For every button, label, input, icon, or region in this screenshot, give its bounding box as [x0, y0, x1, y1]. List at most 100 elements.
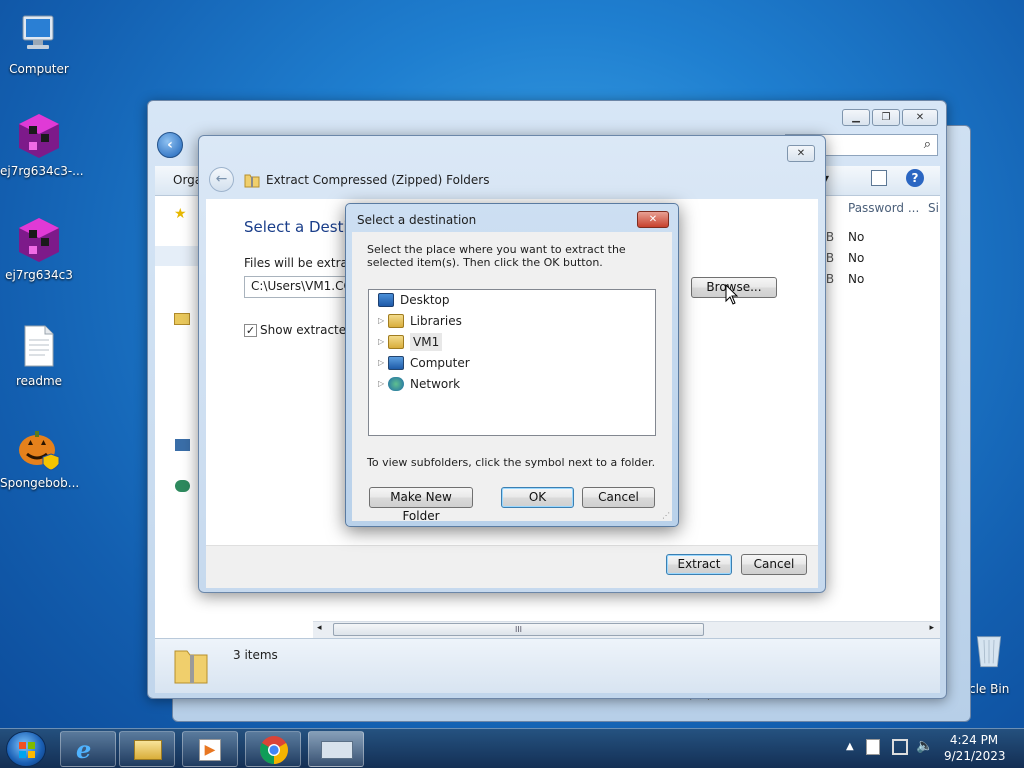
extract-button[interactable]: Extract: [666, 554, 732, 575]
tree-item-vm1[interactable]: ▷ VM1: [378, 333, 443, 351]
tree-item-network[interactable]: ▷ Network: [378, 375, 460, 393]
desktop-icon-readme[interactable]: readme: [0, 322, 78, 388]
tree-item-label: Desktop: [400, 293, 450, 307]
tree-item-desktop[interactable]: Desktop: [378, 291, 450, 309]
taskbar-internet-explorer[interactable]: e: [60, 731, 116, 767]
scroll-thumb[interactable]: III: [333, 623, 704, 636]
column-size[interactable]: Si: [928, 201, 939, 215]
internet-explorer-icon: e: [76, 735, 92, 764]
chrome-icon: [260, 736, 288, 764]
tray-expand-icon[interactable]: ▲: [846, 741, 854, 752]
media-player-icon: ▶: [199, 739, 221, 761]
scroll-left-icon[interactable]: ◂: [317, 623, 322, 633]
start-button[interactable]: [6, 731, 46, 767]
desktop-icon-label: Computer: [9, 62, 69, 76]
tree-item-label: VM1: [410, 333, 443, 351]
maximize-button[interactable]: ❐: [872, 109, 900, 126]
taskbar-chrome[interactable]: [245, 731, 301, 767]
horizontal-scrollbar[interactable]: ◂ III ▸: [313, 621, 940, 638]
search-icon: ⌕: [923, 137, 931, 152]
taskbar-file-explorer[interactable]: [119, 731, 175, 767]
instructions: Select the place where you want to extra…: [367, 243, 626, 269]
close-button[interactable]: ✕: [902, 109, 938, 126]
libraries-icon: [174, 313, 190, 325]
ok-button[interactable]: OK: [501, 487, 574, 508]
wizard-back-button[interactable]: ←: [209, 167, 234, 192]
desktop-icon-label: readme: [15, 374, 63, 388]
desktop-icon: [378, 293, 394, 307]
folder-tree[interactable]: Desktop ▷ Libraries ▷ VM1 ▷ Computer ▷ N…: [368, 289, 656, 436]
zip-folder-icon: [174, 650, 208, 684]
mouse-cursor-icon: [725, 284, 739, 305]
row-password: No: [848, 251, 865, 265]
clock-time[interactable]: 4:24 PM: [944, 733, 1004, 747]
destination-path-value: C:\Users\VM1.CO: [251, 279, 353, 293]
tree-item-label: Network: [410, 377, 461, 391]
expand-arrow-icon[interactable]: ▷: [378, 354, 388, 372]
tree-item-libraries[interactable]: ▷ Libraries: [378, 312, 462, 330]
desktop-icon-computer[interactable]: Computer: [0, 10, 78, 76]
taskbar-osk[interactable]: [308, 731, 364, 767]
column-password[interactable]: Password ...: [848, 201, 919, 215]
computer-icon: [388, 356, 404, 370]
folder-icon: [134, 740, 162, 760]
favorites-star-icon: ★: [174, 206, 187, 222]
desktop-icon-archive[interactable]: ej7rg634c3-...: [0, 112, 84, 178]
back-button[interactable]: ‹: [157, 132, 183, 158]
wizard-cancel-label: Cancel: [753, 557, 795, 571]
tree-item-computer[interactable]: ▷ Computer: [378, 354, 470, 372]
dialog-cancel-button[interactable]: Cancel: [582, 487, 655, 508]
preview-pane-icon[interactable]: [871, 170, 887, 186]
tree-item-label: Libraries: [410, 314, 462, 328]
rar-archive-icon: [19, 114, 59, 158]
row-password: No: [848, 230, 865, 244]
action-center-icon[interactable]: [866, 739, 880, 755]
pumpkin-icon: [19, 431, 60, 471]
explorer-caption-buttons: ▁ ❐ ✕: [842, 109, 938, 126]
ok-label: OK: [528, 490, 547, 504]
taskbar-media-player[interactable]: ▶: [182, 731, 238, 767]
expand-arrow-icon[interactable]: ▷: [378, 312, 388, 330]
desktop-icon-label: ej7rg634c3: [5, 268, 73, 282]
desktop-icon-label: cle Bin: [969, 682, 1010, 696]
tree-item-label: Computer: [410, 356, 470, 370]
close-button[interactable]: ✕: [787, 145, 815, 162]
wizard-heading: Select a Destin: [244, 218, 358, 236]
resize-grip-icon[interactable]: ⋰: [662, 511, 670, 520]
desktop-icon-archive-2[interactable]: ej7rg634c3: [0, 216, 78, 282]
dialog-close-button[interactable]: ✕: [637, 211, 669, 228]
libraries-icon: [388, 314, 404, 328]
expand-arrow-icon[interactable]: ▷: [378, 333, 388, 351]
desktop-icon-spongebob[interactable]: Spongebob...: [0, 424, 79, 490]
zip-folder-icon: [244, 174, 260, 188]
user-folder-icon: [388, 335, 404, 349]
volume-icon[interactable]: 🔈: [916, 738, 933, 754]
keyboard-icon: [321, 741, 353, 759]
expand-arrow-icon[interactable]: ▷: [378, 375, 388, 393]
clock-date[interactable]: 9/21/2023: [944, 749, 1006, 763]
row-password: No: [848, 272, 865, 286]
network-icon: [388, 377, 404, 391]
recycle-bin-icon: [976, 636, 1002, 668]
text-document-icon: [24, 325, 54, 367]
windows-logo-icon: [19, 742, 35, 758]
help-icon[interactable]: ?: [906, 169, 924, 187]
network-nav-icon: [175, 480, 190, 492]
scroll-thumb-grip: III: [514, 625, 523, 634]
network-tray-icon[interactable]: [892, 739, 908, 755]
subfolder-hint: To view subfolders, click the symbol nex…: [367, 456, 656, 469]
dialog-title: Select a destination: [357, 213, 477, 227]
dialog-cancel-label: Cancel: [598, 490, 639, 504]
desktop-icon-label: ej7rg634c3-...: [0, 164, 84, 178]
computer-icon: [22, 15, 54, 49]
rar-archive-icon: [19, 218, 59, 262]
extract-label: Extract: [677, 557, 721, 571]
minimize-button[interactable]: ▁: [842, 109, 870, 126]
scroll-right-icon[interactable]: ▸: [929, 623, 934, 633]
taskbar: e ▶ ▲ 🔈 4:24 PM 9/21/2023: [0, 728, 1024, 768]
show-files-checkbox[interactable]: ✓: [244, 324, 257, 337]
computer-nav-icon: [175, 439, 190, 451]
make-new-folder-button[interactable]: Make New Folder: [369, 487, 473, 523]
status-bar: 3 items: [155, 638, 940, 693]
wizard-cancel-button[interactable]: Cancel: [741, 554, 807, 575]
